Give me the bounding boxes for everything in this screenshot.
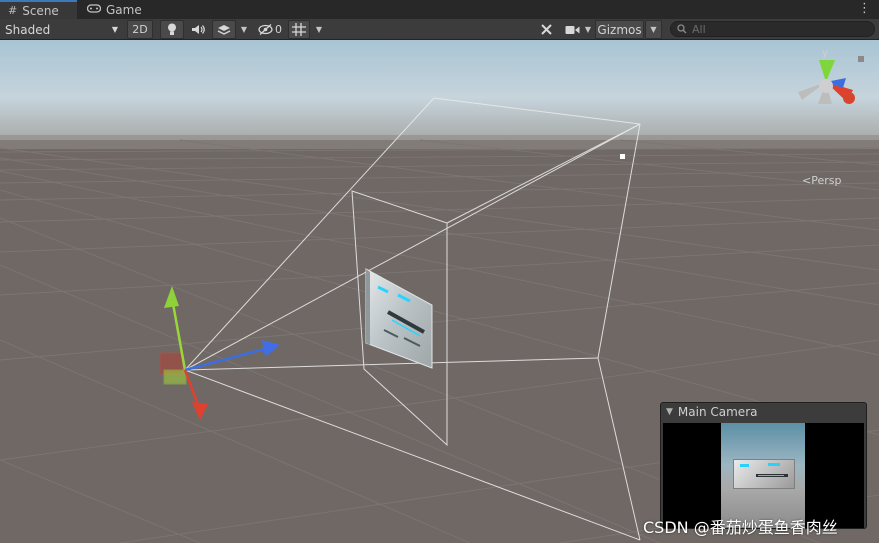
tools-icon [540, 24, 552, 35]
collapse-triangle-icon[interactable]: ▼ [666, 407, 673, 417]
gizmos-label: Gizmos [597, 22, 642, 37]
video-camera-icon [565, 25, 579, 34]
effects-toggle-button[interactable] [212, 20, 236, 39]
layers-icon [217, 24, 231, 35]
camera-preview-viewport [663, 423, 864, 528]
chevron-down-icon: ▼ [650, 25, 657, 34]
lightbulb-icon [168, 23, 176, 35]
tab-scene[interactable]: # Scene [0, 0, 77, 19]
tab-game-label: Game [106, 2, 142, 17]
scene-search-field[interactable]: All [670, 21, 875, 37]
gamepad-icon [86, 3, 102, 16]
gizmos-dropdown-button[interactable]: ▼ [645, 20, 662, 39]
frustum-handle[interactable] [620, 154, 625, 159]
grid-toggle-button[interactable] [288, 20, 310, 39]
camera-preview-header[interactable]: ▼ Main Camera [661, 403, 866, 421]
search-placeholder: All [692, 22, 706, 36]
skybox [0, 40, 879, 145]
projection-label: Persp [811, 174, 842, 187]
preview-ui-panel [733, 459, 795, 489]
toggle-2d-button[interactable]: 2D [127, 20, 153, 39]
orientation-y-label: y [822, 48, 828, 59]
camera-settings-button[interactable] [561, 20, 583, 39]
audio-toggle-button[interactable] [186, 20, 210, 39]
chevron-down-icon: ▼ [315, 25, 323, 34]
scene-toolbar: Shaded ▼ 2D ▼ 0 ▼ ▼ Gizmos ▼ All [0, 19, 879, 40]
chevron-down-icon: ▼ [240, 25, 248, 34]
hidden-count: 0 [275, 23, 282, 36]
effects-dropdown-button[interactable]: ▼ [236, 20, 252, 39]
search-icon [677, 24, 687, 34]
toggle-2d-label: 2D [132, 23, 148, 36]
projection-toggle[interactable]: <Persp [802, 174, 841, 187]
camera-preview-render [721, 423, 805, 528]
eye-slash-icon [258, 24, 273, 35]
speaker-icon [192, 25, 205, 34]
camera-preview-title: Main Camera [677, 405, 758, 419]
grid-toggle-icon [292, 23, 306, 36]
tools-button[interactable] [535, 20, 557, 39]
gizmos-button[interactable]: Gizmos [595, 20, 644, 39]
watermark-text: CSDN @番茄炒蛋鱼香肉丝 [643, 518, 838, 537]
tab-bar: # Scene Game ⋮ [0, 0, 879, 19]
camera-dropdown-button[interactable]: ▼ [582, 20, 594, 39]
hidden-objects-toggle[interactable]: 0 [254, 20, 286, 39]
lighting-toggle-button[interactable] [160, 20, 184, 39]
grid-dropdown-button[interactable]: ▼ [311, 20, 327, 39]
chevron-down-icon: ▼ [111, 25, 118, 34]
grid-icon: # [8, 4, 18, 17]
persp-chevron-icon: < [802, 174, 812, 187]
shading-mode-label: Shaded [5, 22, 51, 37]
tab-scene-label: Scene [22, 3, 59, 18]
tab-game[interactable]: Game [79, 0, 149, 19]
chevron-down-icon: ▼ [584, 25, 592, 34]
camera-preview-window: ▼ Main Camera [660, 402, 867, 529]
kebab-menu-icon[interactable]: ⋮ [858, 1, 871, 16]
shading-mode-dropdown[interactable]: Shaded ▼ [0, 20, 124, 39]
